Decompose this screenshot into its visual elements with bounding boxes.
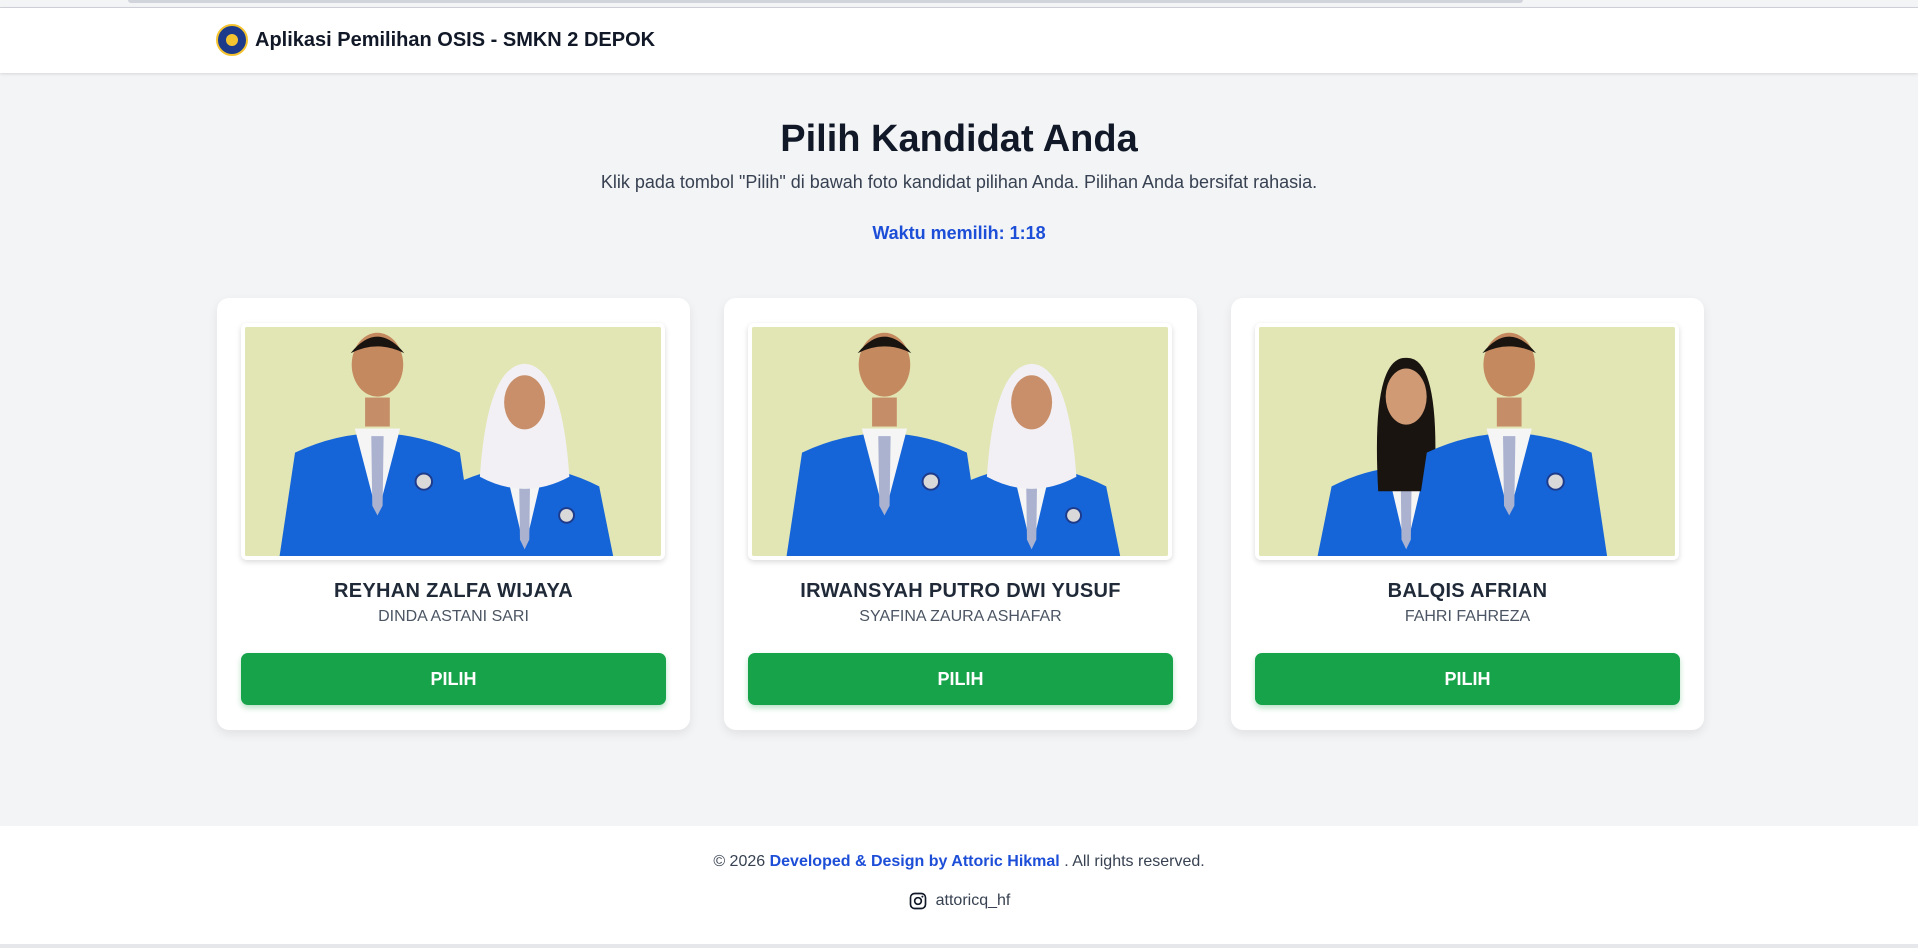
app-title: Aplikasi Pemilihan OSIS - SMKN 2 DEPOK [255,28,656,51]
candidate-photo [748,323,1172,560]
candidate-vice-name: DINDA ASTANI SARI [378,608,529,625]
app-header: Aplikasi Pemilihan OSIS - SMKN 2 DEPOK [0,8,1918,73]
page-subtitle: Klik pada tombol "Pilih" di bawah foto k… [600,172,1318,192]
copyright-prefix: © 2026 [713,853,766,870]
brand[interactable]: Aplikasi Pemilihan OSIS - SMKN 2 DEPOK [216,24,655,56]
candidate-vice-name: FAHRI FAHREZA [1404,608,1531,625]
vote-button[interactable]: PILIH [1255,653,1680,705]
vote-button[interactable]: PILIH [748,653,1173,705]
candidate-vice-name: SYAFINA ZAURA ASHAFAR [859,608,1062,625]
voting-timer: Waktu memilih: 1:18 [872,223,1046,243]
bottom-divider [0,944,1918,948]
candidate-photo [241,323,665,560]
candidate-name: IRWANSYAH PUTRO DWI YUSUF [800,580,1121,602]
instagram-link[interactable]: attoricq_hf [0,891,1918,911]
scroll-indicator [128,0,1523,3]
candidate-card: BALQIS AFRIAN FAHRI FAHREZA PILIH [1231,298,1704,730]
candidate-name: BALQIS AFRIAN [1387,580,1548,602]
candidate-list: REYHAN ZALFA WIJAYA DINDA ASTANI SARI PI… [217,298,1704,730]
candidate-card: REYHAN ZALFA WIJAYA DINDA ASTANI SARI PI… [217,298,690,730]
instagram-handle: attoricq_hf [935,892,1011,909]
copyright-text: © 2026 Developed & Design by Attoric Hik… [0,853,1918,871]
candidate-card: IRWANSYAH PUTRO DWI YUSUF SYAFINA ZAURA … [724,298,1197,730]
candidate-photo [1255,323,1679,560]
candidate-name: REYHAN ZALFA WIJAYA [333,580,574,602]
page-title: Pilih Kandidat Anda [780,118,1138,160]
page-footer: © 2026 Developed & Design by Attoric Hik… [0,826,1918,944]
vote-button[interactable]: PILIH [241,653,666,705]
copyright-suffix: . All rights reserved. [1064,853,1205,870]
browser-top-strip [0,0,1918,8]
main-content: Pilih Kandidat Anda Klik pada tombol "Pi… [0,73,1918,826]
school-logo-icon [216,24,248,56]
instagram-icon [909,892,926,910]
developer-link[interactable]: Developed & Design by Attoric Hikmal [770,853,1060,870]
